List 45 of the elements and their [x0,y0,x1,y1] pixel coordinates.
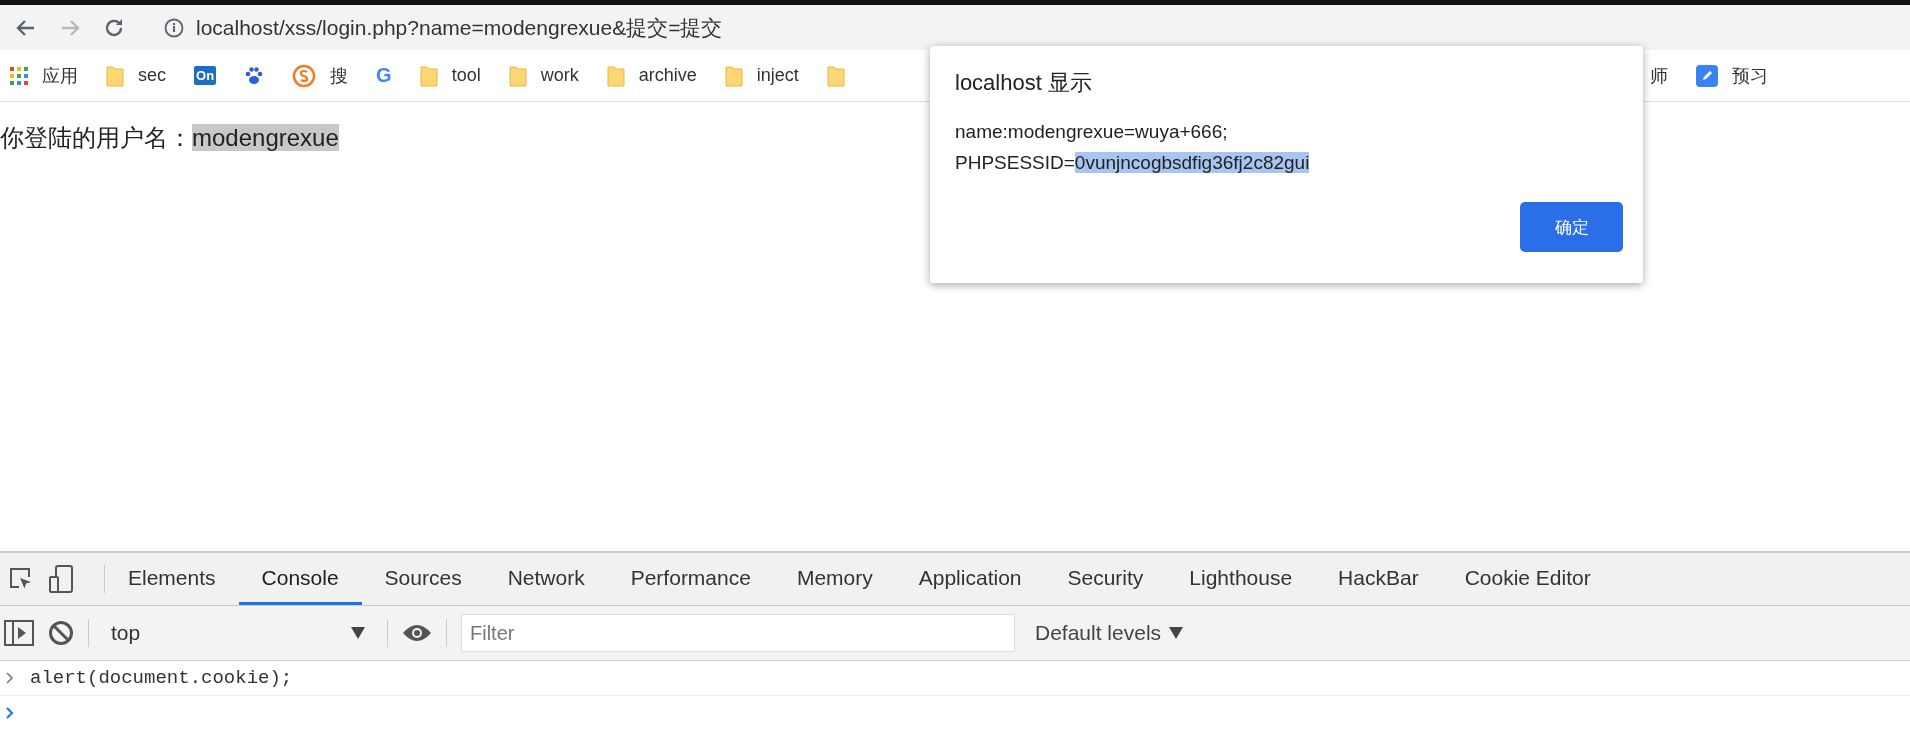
console-command: alert(document.cookie); [30,667,293,689]
devtools-tab[interactable]: Sources [361,553,485,605]
username-value: modengrexue [192,124,339,151]
bookmark-logo[interactable]: G [376,64,392,87]
chevron-icon [6,672,14,684]
devtools-tab[interactable]: Network [484,553,608,605]
eye-icon[interactable] [402,623,432,643]
devtools-tab[interactable]: Elements [105,553,239,605]
clear-console-icon[interactable] [48,620,74,646]
log-levels-dropdown[interactable]: Default levels [1029,620,1190,646]
ok-button[interactable]: 确定 [1520,202,1623,252]
url-text: localhost/xss/login.php?name=modengrexue&提交=提交 [196,14,723,41]
dialog-message-line: PHPSESSID=0vunjncogbsdfig36fj2c82gui [955,151,1310,175]
paw-icon[interactable] [244,65,265,86]
devtools-tab[interactable]: Lighthouse [1166,553,1316,605]
devtools-tab[interactable]: Performance [607,553,774,605]
filter-field[interactable]: Filter [461,614,1015,652]
bookmark-label[interactable]: sec [138,65,166,86]
device-toolbar-icon[interactable] [48,565,74,593]
bookmark-label[interactable]: 应用 [42,63,78,88]
bookmark-label[interactable]: inject [756,65,799,86]
devtools-tab[interactable]: Security [1044,553,1167,605]
bookmark-label[interactable]: work [540,65,579,86]
bookmark-label[interactable]: 搜 [330,63,349,88]
bookmark-label[interactable]: 预习 [1731,63,1768,88]
devtools-tab[interactable]: Application [895,553,1045,605]
prompt-chevron-icon[interactable] [6,707,14,719]
bookmark-label[interactable]: tool [451,65,481,86]
dropdown-caret-icon [1169,627,1184,639]
dropdown-caret-icon [351,627,365,639]
bookmark-logo[interactable]: On [194,66,217,85]
apps-grid-icon[interactable] [10,66,28,85]
context-select[interactable]: top [103,621,373,645]
info-icon [164,17,184,38]
bookmark-label[interactable]: archive [638,65,697,86]
sidebar-toggle-icon[interactable] [4,620,34,646]
dialog-message-line: name:modengrexue=wuya+666; [955,120,1228,144]
ring-icon[interactable] [292,63,317,88]
devtools-tab[interactable]: Memory [773,553,896,605]
devtools-tab[interactable]: HackBar [1315,553,1442,605]
devtools-tab[interactable]: Cookie Editor [1441,553,1614,605]
dialog-title: localhost 显示 [955,69,1092,97]
pencil-icon[interactable] [1695,64,1718,87]
bookmark-label[interactable]: 师 [1649,63,1668,88]
username-label: 你登陆的用户名： [0,124,192,151]
